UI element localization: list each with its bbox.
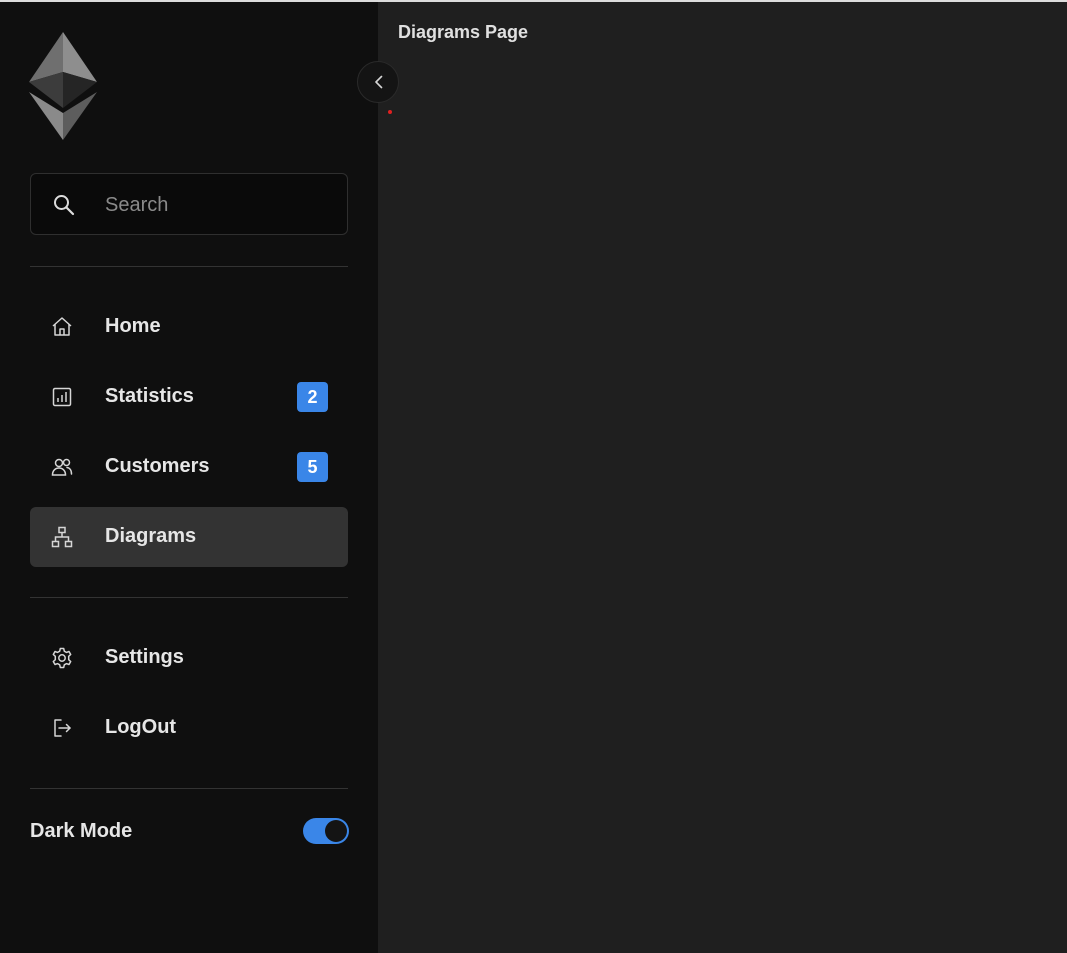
divider	[30, 788, 348, 789]
sidebar: Home Statistics 2 Customers 5 Diagrams	[0, 2, 378, 953]
nav-item-settings[interactable]: Settings	[30, 628, 348, 688]
nav-item-label: Diagrams	[105, 525, 197, 547]
search-box[interactable]	[30, 173, 348, 235]
notification-dot	[388, 110, 392, 114]
divider	[30, 266, 348, 267]
home-icon	[52, 317, 72, 336]
nav-item-diagrams[interactable]: Diagrams	[30, 507, 348, 567]
nav-item-customers[interactable]: Customers 5	[30, 437, 348, 497]
search-input[interactable]	[105, 188, 335, 222]
chart-icon	[52, 387, 72, 407]
search-icon	[54, 195, 75, 216]
sitemap-icon	[51, 526, 73, 548]
ethereum-logo-icon	[29, 32, 97, 140]
count-badge: 2	[297, 382, 328, 412]
divider	[30, 597, 348, 598]
nav-item-home[interactable]: Home	[30, 297, 348, 357]
gear-icon	[52, 647, 72, 669]
nav-item-label: Settings	[105, 646, 184, 668]
collapse-sidebar-button[interactable]	[357, 61, 399, 103]
toggle-knob	[325, 820, 347, 842]
nav-item-label: Statistics	[105, 385, 194, 407]
nav-item-logout[interactable]: LogOut	[30, 698, 348, 758]
nav-item-label: Home	[105, 315, 161, 337]
page-title: Diagrams Page	[398, 22, 529, 42]
count-badge: 5	[297, 452, 328, 482]
nav-item-label: Customers	[105, 455, 210, 477]
dark-mode-toggle[interactable]	[303, 818, 349, 844]
logout-icon	[54, 719, 71, 737]
nav-item-statistics[interactable]: Statistics 2	[30, 367, 348, 427]
dark-mode-label: Dark Mode	[30, 820, 133, 842]
users-icon	[51, 458, 73, 476]
chevron-left-icon	[375, 75, 383, 89]
nav-item-label: LogOut	[105, 716, 177, 738]
